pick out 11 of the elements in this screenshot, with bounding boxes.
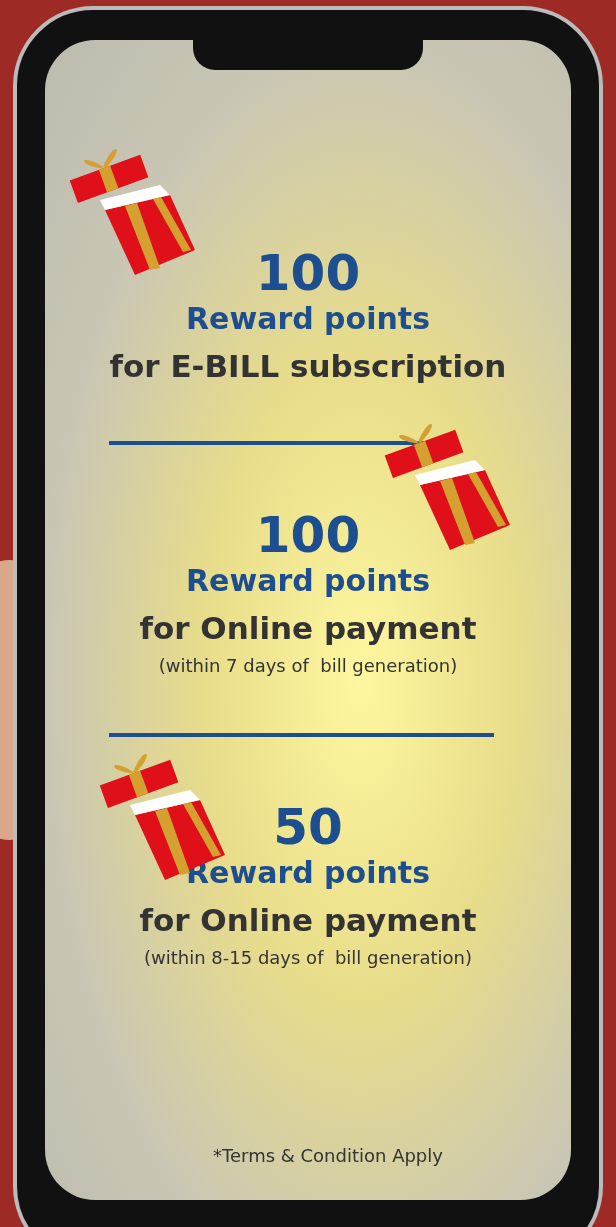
terms-note: *Terms & Condition Apply [212, 1145, 443, 1166]
offer-condition: (within 7 days of bill generation) [158, 654, 458, 678]
offer-title: for Online payment [139, 609, 477, 648]
offer-title: for E-BILL subscription [109, 347, 507, 386]
points-value: 100 [255, 507, 361, 563]
reward-label: Reward points [185, 301, 430, 337]
offer-condition: (within 8-15 days of bill generation) [144, 946, 472, 970]
points-value: 50 [273, 799, 343, 855]
offer-title: for Online payment [139, 901, 477, 940]
points-value: 100 [255, 245, 361, 301]
reward-label: Reward points [185, 563, 430, 599]
